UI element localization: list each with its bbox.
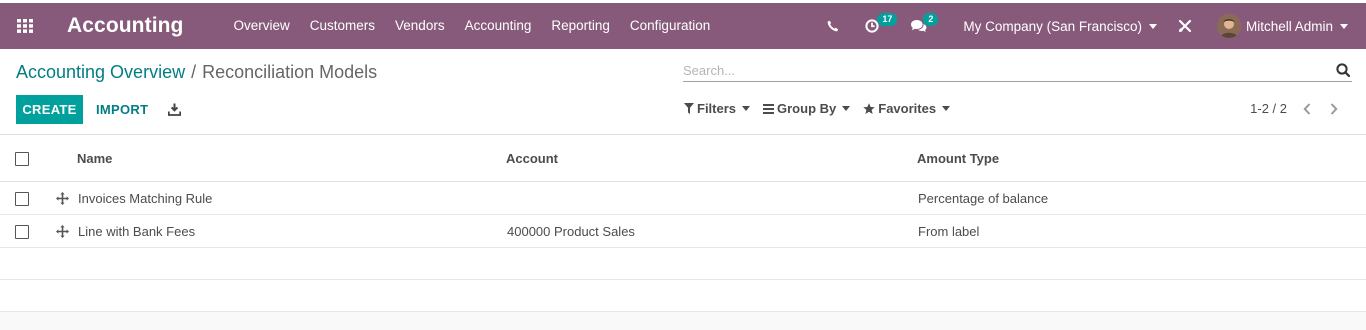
- menu-item-reporting[interactable]: Reporting: [541, 3, 620, 49]
- page-title: Reconciliation Models: [202, 62, 378, 82]
- search-bar: [683, 60, 1352, 82]
- main-menu: Overview Customers Vendors Accounting Re…: [224, 3, 721, 49]
- user-name: Mitchell Admin: [1245, 18, 1333, 34]
- column-header-name[interactable]: Name: [77, 151, 112, 166]
- row-checkbox[interactable]: [15, 192, 29, 206]
- search-icon[interactable]: [1336, 63, 1351, 80]
- table-row[interactable]: Line with Bank Fees 400000 Product Sales…: [0, 215, 1366, 248]
- search-input[interactable]: [683, 60, 1323, 80]
- cell-name: Line with Bank Fees: [78, 224, 196, 239]
- column-header-amount-type[interactable]: Amount Type: [917, 151, 999, 166]
- activity-count-badge: 17: [877, 13, 898, 26]
- star-icon: [863, 102, 875, 114]
- avatar: [1216, 14, 1241, 38]
- company-switcher[interactable]: My Company (San Francisco): [963, 19, 1157, 34]
- pager-next-icon[interactable]: [1326, 100, 1342, 118]
- chevron-down-icon: [742, 106, 751, 111]
- user-menu[interactable]: Mitchell Admin: [1216, 14, 1348, 38]
- activity-icon[interactable]: 17: [853, 3, 899, 49]
- download-icon[interactable]: [164, 99, 184, 119]
- cell-amount-type: Percentage of balance: [918, 191, 1049, 206]
- drag-handle-icon[interactable]: [56, 192, 69, 208]
- list-view: Name Account Amount Type Invoices Matchi…: [0, 134, 1366, 330]
- create-button[interactable]: CREATE: [16, 95, 83, 124]
- menu-item-overview[interactable]: Overview: [224, 3, 300, 49]
- navbar-systray: 17 2 My Company (San Francisco) Mitchell…: [813, 3, 1366, 49]
- row-checkbox[interactable]: [15, 225, 29, 239]
- table-row[interactable]: Invoices Matching Rule Percentage of bal…: [0, 182, 1366, 215]
- table-header: Name Account Amount Type: [0, 135, 1366, 182]
- column-header-account[interactable]: Account: [506, 151, 558, 166]
- favorites-label: Favorites: [878, 101, 937, 116]
- chevron-down-icon: [842, 106, 851, 111]
- cell-account: 400000 Product Sales: [507, 224, 635, 239]
- cell-name: Invoices Matching Rule: [78, 191, 213, 206]
- chevron-down-icon: [942, 106, 951, 111]
- empty-row: [0, 280, 1366, 312]
- filters-label: Filters: [697, 101, 737, 116]
- phone-icon[interactable]: [813, 3, 853, 49]
- debug-tools-icon[interactable]: [1165, 3, 1205, 49]
- pager-previous-icon[interactable]: [1299, 100, 1315, 118]
- empty-row: [0, 248, 1366, 280]
- filter-icon: [684, 103, 694, 114]
- company-name: My Company (San Francisco): [963, 18, 1142, 34]
- menu-item-accounting[interactable]: Accounting: [455, 3, 542, 49]
- group-by-label: Group By: [777, 101, 837, 116]
- messages-icon[interactable]: 2: [899, 3, 945, 49]
- select-all-checkbox[interactable]: [15, 152, 29, 166]
- import-button[interactable]: IMPORT: [90, 95, 154, 124]
- drag-handle-icon[interactable]: [56, 225, 69, 241]
- messages-count-badge: 2: [923, 13, 939, 26]
- menu-item-customers[interactable]: Customers: [300, 3, 385, 49]
- menu-item-configuration[interactable]: Configuration: [620, 3, 720, 49]
- pager-value[interactable]: 1-2 / 2: [1250, 101, 1287, 116]
- favorites-dropdown[interactable]: Favorites: [863, 101, 951, 116]
- app-title[interactable]: Accounting: [67, 14, 184, 38]
- search-options: Filters Group By Favorites: [684, 101, 963, 116]
- breadcrumb: Accounting Overview / Reconciliation Mod…: [16, 62, 377, 83]
- cell-amount-type: From label: [918, 224, 980, 239]
- breadcrumb-parent-link[interactable]: Accounting Overview: [16, 62, 185, 83]
- chevron-down-icon: [1340, 23, 1348, 29]
- apps-menu-icon[interactable]: [0, 3, 50, 49]
- list-icon: [763, 103, 775, 114]
- filters-dropdown[interactable]: Filters: [684, 101, 751, 116]
- chevron-down-icon: [1148, 23, 1157, 29]
- group-by-dropdown[interactable]: Group By: [763, 101, 851, 116]
- menu-item-vendors[interactable]: Vendors: [385, 3, 455, 49]
- top-navbar: Accounting Overview Customers Vendors Ac…: [0, 3, 1366, 49]
- breadcrumb-separator: /: [191, 62, 197, 82]
